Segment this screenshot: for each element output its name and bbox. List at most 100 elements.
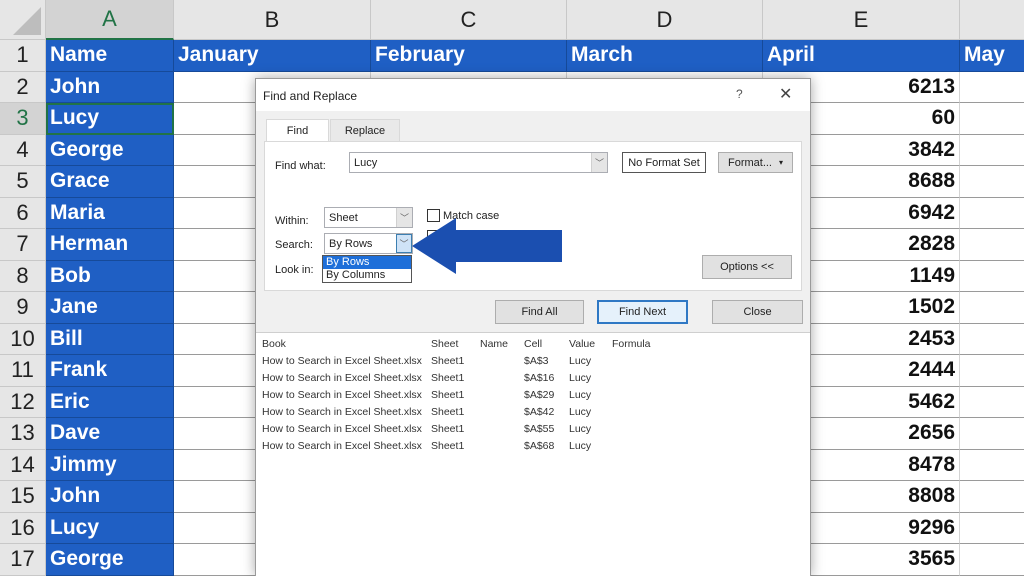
result-cell[interactable]: Sheet1	[431, 406, 464, 418]
result-cell[interactable]: Lucy	[569, 389, 591, 401]
row-header[interactable]: 5	[0, 166, 46, 198]
search-select[interactable]: By Rows ﹀	[324, 233, 413, 254]
row-header[interactable]: 4	[0, 134, 46, 166]
results-header-cell[interactable]: Cell	[524, 338, 542, 350]
search-option-by-columns[interactable]: By Columns	[323, 269, 411, 282]
result-cell[interactable]: Sheet1	[431, 355, 464, 367]
header-cell[interactable]: Name	[46, 40, 174, 72]
find-what-dropdown[interactable]: ﹀	[591, 153, 607, 172]
row-header[interactable]: 3	[0, 103, 46, 135]
results-header-book[interactable]: Book	[262, 338, 286, 350]
row-header[interactable]: 13	[0, 418, 46, 450]
result-cell[interactable]: Sheet1	[431, 423, 464, 435]
empty-cell[interactable]	[960, 103, 1024, 135]
result-cell[interactable]: $A$29	[524, 389, 554, 401]
result-cell[interactable]: Sheet1	[431, 372, 464, 384]
name-cell[interactable]: John	[46, 481, 174, 513]
result-cell[interactable]: $A$3	[524, 355, 549, 367]
row-header[interactable]: 7	[0, 229, 46, 261]
result-cell[interactable]: How to Search in Excel Sheet.xlsx	[262, 389, 422, 401]
name-cell[interactable]: Lucy	[46, 512, 174, 544]
empty-cell[interactable]	[960, 166, 1024, 198]
column-header-e[interactable]: E	[763, 0, 960, 40]
column-header-c[interactable]: C	[371, 0, 567, 40]
results-header-value[interactable]: Value	[569, 338, 595, 350]
search-dropdown[interactable]: ﹀	[396, 234, 412, 253]
row-header[interactable]: 10	[0, 323, 46, 355]
row-header[interactable]: 2	[0, 71, 46, 103]
empty-cell[interactable]	[960, 418, 1024, 450]
result-cell[interactable]: How to Search in Excel Sheet.xlsx	[262, 372, 422, 384]
result-cell[interactable]: Lucy	[569, 423, 591, 435]
empty-cell[interactable]	[960, 261, 1024, 292]
close-icon[interactable]: ✕	[779, 84, 792, 104]
results-header-name[interactable]: Name	[480, 338, 508, 350]
dialog-titlebar[interactable]: Find and Replace ? ✕	[256, 79, 810, 111]
name-cell[interactable]: George	[46, 134, 174, 166]
name-cell[interactable]: Frank	[46, 355, 174, 387]
search-option-by-rows[interactable]: By Rows	[323, 256, 411, 269]
empty-cell[interactable]	[960, 544, 1024, 576]
results-header-formula[interactable]: Formula	[612, 338, 651, 350]
result-cell[interactable]: How to Search in Excel Sheet.xlsx	[262, 355, 422, 367]
name-cell[interactable]: Bob	[46, 260, 174, 292]
header-cell[interactable]: January	[174, 40, 371, 72]
empty-cell[interactable]	[960, 198, 1024, 229]
empty-cell[interactable]	[960, 324, 1024, 355]
name-cell[interactable]: Jimmy	[46, 449, 174, 481]
row-header[interactable]: 14	[0, 449, 46, 481]
empty-cell[interactable]	[960, 135, 1024, 166]
tab-replace[interactable]: Replace	[330, 119, 400, 141]
row-header[interactable]: 12	[0, 386, 46, 418]
row-header[interactable]: 17	[0, 544, 46, 576]
result-cell[interactable]: $A$55	[524, 423, 554, 435]
options-button[interactable]: Options <<	[702, 255, 792, 279]
empty-cell[interactable]	[960, 450, 1024, 481]
find-what-input[interactable]: Lucy ﹀	[349, 152, 608, 173]
column-header-a[interactable]: A	[46, 0, 174, 40]
name-cell[interactable]: Dave	[46, 418, 174, 450]
column-header-b[interactable]: B	[174, 0, 371, 40]
empty-cell[interactable]	[960, 387, 1024, 418]
format-button[interactable]: Format... ▾	[718, 152, 793, 173]
within-dropdown[interactable]: ﹀	[396, 208, 412, 227]
name-cell[interactable]: Herman	[46, 229, 174, 261]
row-header[interactable]: 8	[0, 260, 46, 292]
column-header-d[interactable]: D	[567, 0, 763, 40]
name-cell[interactable]: Grace	[46, 166, 174, 198]
result-cell[interactable]: Lucy	[569, 355, 591, 367]
row-header[interactable]: 6	[0, 197, 46, 229]
row-header[interactable]: 16	[0, 512, 46, 544]
find-all-button[interactable]: Find All	[495, 300, 584, 324]
header-cell[interactable]: February	[371, 40, 567, 72]
empty-cell[interactable]	[960, 229, 1024, 261]
name-cell[interactable]: Eric	[46, 386, 174, 418]
name-cell[interactable]: John	[46, 71, 174, 103]
name-cell[interactable]: Lucy	[46, 103, 174, 135]
empty-cell[interactable]	[960, 292, 1024, 324]
within-select[interactable]: Sheet ﹀	[324, 207, 413, 228]
empty-cell[interactable]	[960, 355, 1024, 387]
column-header-f[interactable]	[960, 0, 1024, 40]
result-cell[interactable]: Sheet1	[431, 440, 464, 452]
select-all-corner[interactable]	[0, 0, 46, 40]
result-cell[interactable]: $A$68	[524, 440, 554, 452]
row-header[interactable]: 15	[0, 481, 46, 513]
find-next-button[interactable]: Find Next	[597, 300, 688, 324]
name-cell[interactable]: Jane	[46, 292, 174, 324]
header-cell[interactable]: March	[567, 40, 763, 72]
header-cell[interactable]: May	[960, 40, 1024, 72]
name-cell[interactable]: Maria	[46, 197, 174, 229]
result-cell[interactable]: $A$16	[524, 372, 554, 384]
result-cell[interactable]: How to Search in Excel Sheet.xlsx	[262, 406, 422, 418]
result-cell[interactable]: Sheet1	[431, 389, 464, 401]
row-header[interactable]: 9	[0, 292, 46, 324]
result-cell[interactable]: How to Search in Excel Sheet.xlsx	[262, 440, 422, 452]
result-cell[interactable]: Lucy	[569, 440, 591, 452]
results-list[interactable]: Book Sheet Name Cell Value Formula How t…	[256, 332, 810, 576]
header-cell[interactable]: April	[763, 40, 960, 72]
result-cell[interactable]: Lucy	[569, 406, 591, 418]
name-cell[interactable]: George	[46, 544, 174, 576]
empty-cell[interactable]	[960, 72, 1024, 103]
row-header[interactable]: 11	[0, 355, 46, 387]
